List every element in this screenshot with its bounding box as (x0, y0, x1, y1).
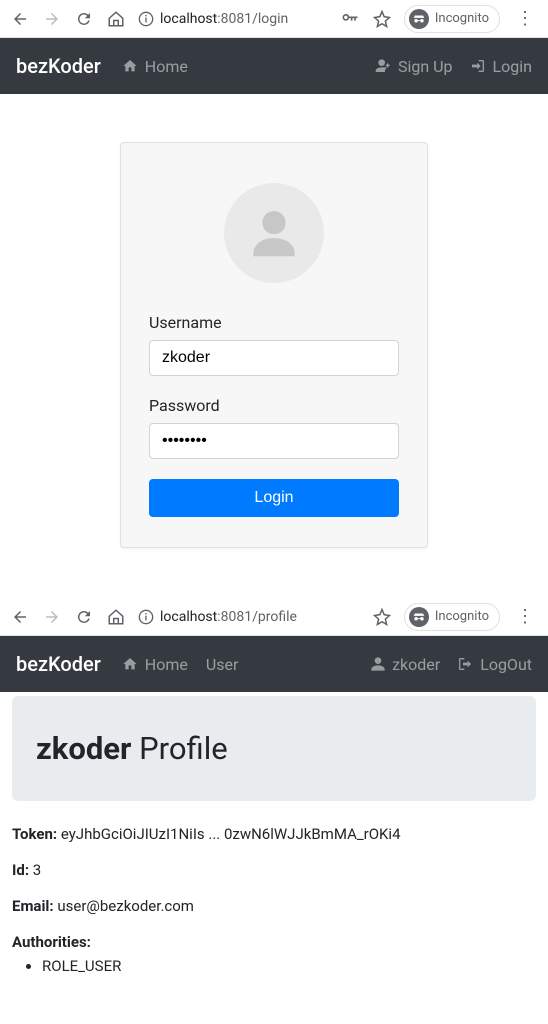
profile-username: zkoder (36, 730, 131, 767)
reload-icon (75, 608, 93, 626)
profile-id-row: Id: 3 (12, 861, 536, 879)
login-button[interactable]: Login (149, 479, 399, 517)
screenshot-separator (0, 578, 548, 598)
token-value: eyJhbGciOiJIUzI1NiIs ... 0zwN6lWJJkBmMA_… (61, 825, 401, 843)
browser-toolbar-2: localhost:8081/profile Incognito ⋮ (0, 598, 548, 636)
nav-user[interactable]: User (206, 655, 239, 674)
nav-profile-label: zkoder (392, 655, 440, 674)
nav-logout-label: LogOut (480, 655, 532, 674)
nav-home-label: Home (145, 655, 188, 674)
address-bar[interactable]: localhost:8081/login (138, 11, 328, 27)
signin-icon (469, 58, 487, 74)
back-button[interactable] (10, 607, 30, 627)
home-button[interactable] (106, 607, 126, 627)
home-button[interactable] (106, 9, 126, 29)
user-plus-icon (374, 58, 392, 74)
url-path: /profile (252, 609, 297, 625)
nav-user-label: User (206, 655, 239, 674)
profile-email-row: Email: user@bezkoder.com (12, 897, 536, 915)
star-icon (373, 608, 391, 626)
incognito-label: Incognito (435, 11, 489, 26)
incognito-icon (409, 9, 429, 29)
email-label: Email: (12, 897, 54, 915)
user-icon (370, 656, 386, 672)
brand[interactable]: bezKoder (16, 652, 101, 676)
nav-login-label: Login (493, 57, 532, 76)
id-label: Id: (12, 861, 29, 879)
home-icon (107, 608, 125, 626)
email-value: user@bezkoder.com (57, 897, 194, 915)
star-icon (373, 10, 391, 28)
username-input[interactable] (149, 340, 399, 376)
profile-token-row: Token: eyJhbGciOiJIUzI1NiIs ... 0zwN6lWJ… (12, 825, 536, 843)
nav-signup-label: Sign Up (398, 57, 453, 76)
reload-button[interactable] (74, 9, 94, 29)
person-icon (243, 202, 305, 264)
brand[interactable]: bezKoder (16, 54, 101, 78)
login-card: Username Password Login (120, 142, 428, 548)
password-input[interactable] (149, 423, 399, 459)
profile-jumbotron: zkoder Profile (12, 696, 536, 801)
home-icon (121, 656, 139, 672)
home-icon (121, 58, 139, 74)
nav-home-label: Home (145, 57, 188, 76)
profile-body: Token: eyJhbGciOiJIUzI1NiIs ... 0zwN6lWJ… (0, 801, 548, 1017)
browser-menu[interactable]: ⋮ (512, 606, 538, 627)
profile-authorities: Authorities: ROLE_USER (12, 933, 536, 975)
home-icon (107, 10, 125, 28)
incognito-label: Incognito (435, 609, 489, 624)
browser-menu[interactable]: ⋮ (512, 8, 538, 29)
navbar-1: bezKoder Home Sign Up Login (0, 38, 548, 94)
nav-login[interactable]: Login (469, 57, 532, 76)
nav-home[interactable]: Home (121, 57, 188, 76)
url-path: /login (252, 11, 288, 27)
navbar-2: bezKoder Home User zkoder LogOut (0, 636, 548, 692)
star-button[interactable] (372, 607, 392, 627)
avatar-placeholder (224, 183, 324, 283)
authorities-label: Authorities: (12, 933, 91, 951)
nav-home[interactable]: Home (121, 655, 188, 674)
forward-button[interactable] (42, 9, 62, 29)
authorities-list: ROLE_USER (12, 957, 536, 975)
authority-item: ROLE_USER (42, 957, 536, 975)
password-label: Password (149, 396, 399, 415)
back-button[interactable] (10, 9, 30, 29)
username-label: Username (149, 313, 399, 332)
url-host: localhost (160, 11, 217, 27)
nav-logout[interactable]: LogOut (456, 655, 532, 674)
arrow-right-icon (43, 608, 61, 626)
browser-toolbar-1: localhost:8081/login Incognito ⋮ (0, 0, 548, 38)
token-label: Token: (12, 825, 57, 843)
nav-signup[interactable]: Sign Up (374, 57, 453, 76)
url-port: :8081 (217, 609, 252, 625)
incognito-icon (409, 607, 429, 627)
key-icon (340, 9, 360, 29)
login-page: Username Password Login (0, 94, 548, 578)
signout-icon (456, 656, 474, 672)
star-button[interactable] (372, 9, 392, 29)
arrow-left-icon (11, 10, 29, 28)
arrow-right-icon (43, 10, 61, 28)
incognito-badge: Incognito (404, 5, 500, 33)
arrow-left-icon (11, 608, 29, 626)
info-icon (138, 11, 154, 27)
forward-button[interactable] (42, 607, 62, 627)
incognito-badge: Incognito (404, 603, 500, 631)
reload-button[interactable] (74, 607, 94, 627)
reload-icon (75, 10, 93, 28)
id-value: 3 (33, 861, 41, 879)
profile-suffix: Profile (131, 730, 227, 767)
address-bar[interactable]: localhost:8081/profile (138, 609, 360, 625)
profile-title: zkoder Profile (36, 730, 512, 767)
key-icon[interactable] (340, 9, 360, 29)
info-icon (138, 609, 154, 625)
url-host: localhost (160, 609, 217, 625)
nav-profile[interactable]: zkoder (370, 655, 440, 674)
url-port: :8081 (217, 11, 252, 27)
